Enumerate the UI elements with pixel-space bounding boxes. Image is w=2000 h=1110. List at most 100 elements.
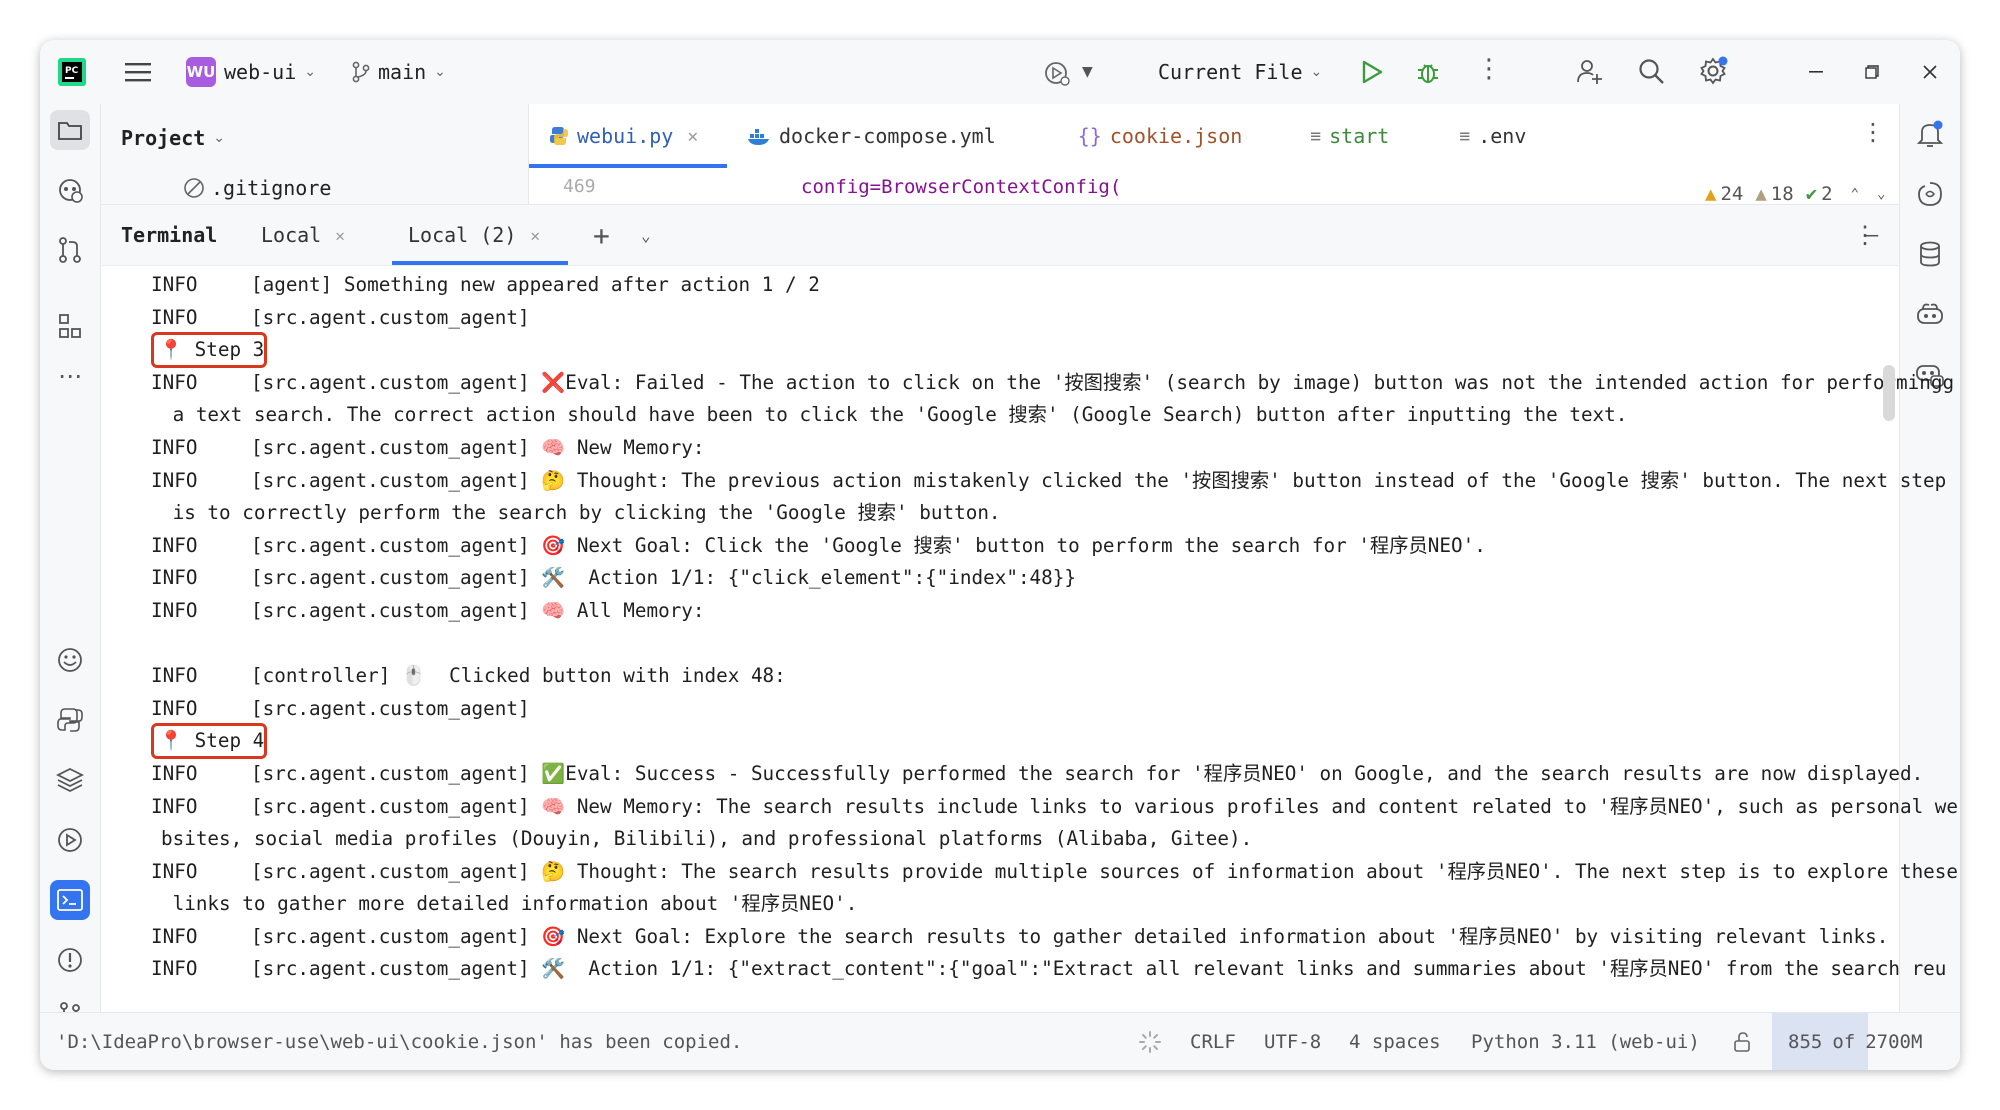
ide-window: PC WU web-ui ⌄ main ⌄ ▼ Current File ⌄ ⋮… [40, 40, 1960, 1070]
more-tools-icon[interactable]: ⋯ [50, 356, 90, 396]
project-panel-title: Project [121, 126, 206, 150]
structure-icon[interactable] [50, 306, 90, 346]
terminal-tab-label: Local [261, 223, 322, 247]
log-level: INFO [151, 924, 198, 948]
left-tool-strip: ⋯ [40, 104, 101, 1026]
file-encoding[interactable]: UTF-8 [1264, 1013, 1321, 1070]
settings-gear-icon[interactable] [1696, 54, 1730, 88]
run-history-icon[interactable] [1040, 56, 1074, 90]
terminal-dropdown-icon[interactable]: ⌄ [641, 205, 651, 265]
hide-panel-icon[interactable]: — [1865, 205, 1878, 265]
pull-requests-icon[interactable] [50, 230, 90, 270]
log-level: INFO [151, 533, 198, 557]
editor-tab-docker-compose[interactable]: docker-compose.yml [727, 104, 1016, 168]
minimize-button[interactable] [1804, 60, 1828, 84]
chevron-down-icon: ⌄ [304, 64, 316, 80]
background-task-spinner-icon[interactable] [1138, 1013, 1162, 1070]
notifications-icon[interactable] [1910, 114, 1950, 154]
log-continuation: is to correctly perform the search by cl… [161, 501, 1001, 525]
log-line: INFO [controller] 🖱️ Clicked button with … [151, 660, 1921, 693]
python-interpreter[interactable]: Python 3.11 (web-ui) [1471, 1013, 1700, 1070]
active-tab-indicator [392, 261, 568, 265]
project-panel-header[interactable]: Project ⌄ [121, 120, 225, 156]
debug-icon[interactable] [1412, 56, 1444, 88]
warning-icon: ▲ [1705, 183, 1717, 205]
database-icon[interactable] [1910, 234, 1950, 274]
log-line: INFO [src.agent.custom_agent] 🧠 New Memor… [151, 432, 1921, 465]
close-tab-icon[interactable]: ✕ [687, 126, 698, 147]
editor-tab-env[interactable]: ≡ .env [1439, 104, 1546, 168]
log-text: [src.agent.custom_agent] 🛠️ Action 1/1: … [251, 566, 1076, 590]
memory-indicator[interactable]: 855 of 2700M [1772, 1013, 1960, 1070]
log-text: [src.agent.custom_agent] [251, 696, 530, 720]
problems-icon[interactable] [50, 940, 90, 980]
log-level: INFO [151, 305, 198, 329]
code-line[interactable]: config=BrowserContextConfig( [801, 176, 1121, 198]
editor-tab-label: webui.py [577, 124, 674, 148]
terminal-icon[interactable] [50, 880, 90, 920]
log-text: [src.agent.custom_agent] [251, 305, 530, 329]
log-level: INFO [151, 566, 198, 590]
ai-assistant-icon[interactable] [50, 640, 90, 680]
restore-button[interactable] [1860, 60, 1884, 84]
previous-highlight-icon[interactable]: ⌃ [1851, 186, 1859, 202]
title-bar: PC WU web-ui ⌄ main ⌄ ▼ Current File ⌄ ⋮ [40, 40, 1960, 104]
log-level: INFO [151, 435, 198, 459]
log-line: INFO [src.agent.custom_agent] 🤔 Thought: … [151, 465, 1946, 498]
check-count: 2 [1821, 183, 1833, 205]
layers-icon[interactable] [50, 760, 90, 800]
run-config-selector[interactable]: Current File ⌄ [1158, 54, 1322, 90]
indent-setting[interactable]: 4 spaces [1349, 1013, 1441, 1070]
more-actions-icon[interactable]: ⋮ [1476, 54, 1502, 84]
editor-tabs-menu-icon[interactable]: ⋮ [1861, 118, 1885, 146]
new-terminal-icon[interactable]: + [593, 205, 610, 265]
terminal-tab-local-2[interactable]: Local (2) ✕ [392, 205, 568, 265]
next-highlight-icon[interactable]: ⌄ [1877, 186, 1885, 202]
editor-tab-label: start [1329, 124, 1390, 148]
terminal-output[interactable]: INFO [agent] Something new appeared after… [151, 269, 1958, 986]
search-icon[interactable] [1634, 54, 1668, 88]
run-icon[interactable] [1356, 56, 1388, 88]
run-services-icon[interactable] [50, 820, 90, 860]
project-folder-icon[interactable] [50, 110, 90, 150]
line-separator[interactable]: CRLF [1190, 1013, 1236, 1070]
add-user-icon[interactable] [1572, 54, 1606, 88]
terminal-tab-local[interactable]: Local ✕ [261, 205, 345, 265]
step-marker-line: 📍 Step 4 [151, 723, 1921, 760]
terminal-header: Terminal Local ✕ Local (2) ✕ + ⌄ ⋮ — [101, 205, 1899, 266]
status-message[interactable]: 'D:\IdeaPro\browser-use\web-ui\cookie.js… [56, 1013, 742, 1070]
warning-count: 24 [1720, 183, 1744, 205]
log-text: [src.agent.custom_agent] ❌Eval: Failed -… [251, 370, 1955, 394]
log-level: INFO [151, 370, 198, 394]
python-console-icon[interactable] [50, 700, 90, 740]
project-switcher[interactable]: WU web-ui ⌄ [186, 54, 316, 90]
editor-tab-webui-py[interactable]: webui.py ✕ [529, 104, 727, 168]
branch-switcher[interactable]: main ⌄ [352, 54, 446, 90]
editor-tab-cookie-json[interactable]: {} cookie.json [1058, 104, 1263, 168]
terminal-tab-label: Local (2) [408, 223, 517, 247]
log-blank-line [151, 628, 1921, 661]
services-icon[interactable] [50, 170, 90, 210]
memory-total: 2700M [1865, 1031, 1923, 1053]
log-level: INFO [151, 794, 198, 818]
weak-warning-count: 18 [1770, 183, 1794, 205]
close-tab-icon[interactable]: ✕ [335, 226, 345, 245]
editor-tab-label: cookie.json [1109, 124, 1243, 148]
editor-tab-label: .env [1478, 124, 1527, 148]
log-continuation: links to gather more detailed informatio… [161, 892, 858, 916]
terminal-scrollbar[interactable] [1883, 365, 1895, 421]
ai-chat-icon[interactable] [1910, 174, 1950, 214]
close-window-button[interactable] [1918, 60, 1942, 84]
close-tab-icon[interactable]: ✕ [530, 226, 540, 245]
main-menu-icon[interactable] [122, 56, 154, 88]
editor-tab-start[interactable]: ≡ start [1290, 104, 1409, 168]
run-history-dropdown-icon[interactable]: ▼ [1082, 64, 1093, 80]
weak-warning-icon: ▲ [1755, 183, 1767, 205]
log-text: [src.agent.custom_agent] 🤔 Thought: The … [251, 859, 1959, 883]
log-level: INFO [151, 957, 198, 981]
log-text: [src.agent.custom_agent] 🛠️ Action 1/1: … [251, 957, 1947, 981]
chevron-down-icon: ⌄ [434, 64, 446, 80]
file-tree-item[interactable]: .gitignore [183, 170, 331, 206]
unlock-icon[interactable] [1732, 1013, 1754, 1070]
pycharm-logo-icon[interactable]: PC [58, 58, 86, 86]
